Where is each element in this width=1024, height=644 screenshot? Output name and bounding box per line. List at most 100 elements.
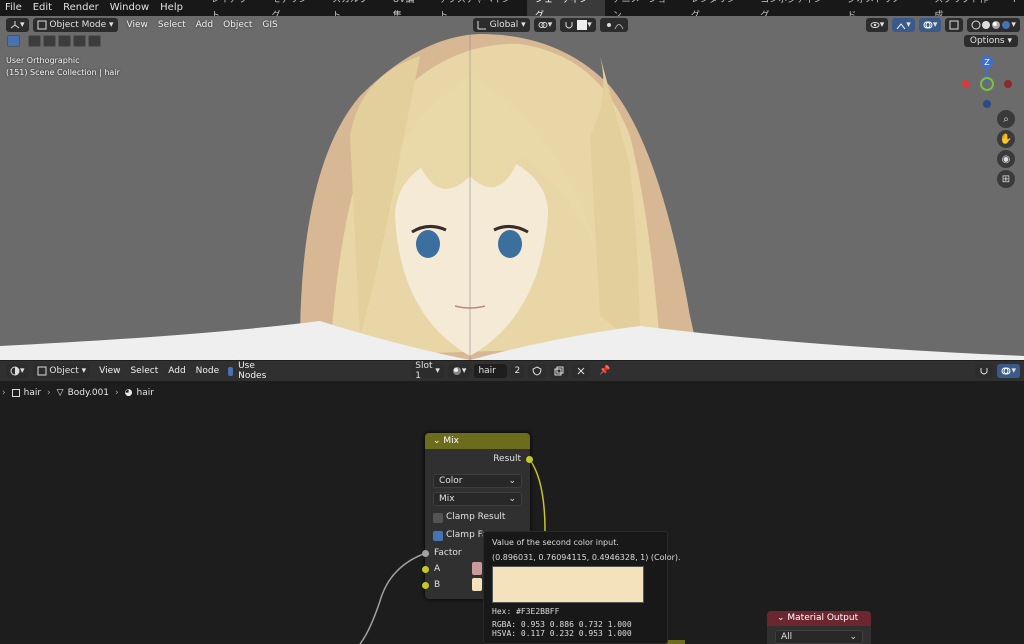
result-output-label: Result (493, 454, 521, 464)
menu-window[interactable]: Window (105, 0, 155, 16)
x-axis-handle[interactable] (962, 80, 970, 88)
grid-toggle-icon[interactable]: ⊞ (997, 170, 1015, 188)
solid-shading-icon[interactable] (981, 20, 991, 30)
shield-icon (532, 366, 542, 376)
unlink-material-button[interactable] (572, 364, 591, 378)
camera-view-icon[interactable]: ◉ (997, 150, 1015, 168)
node-editor-header: ▾ Object ▾ View Select Add Node Use Node… (0, 361, 1024, 381)
xray-icon (949, 20, 959, 30)
viewport-menu-object[interactable]: Object (218, 20, 257, 30)
material-shading-icon[interactable] (991, 20, 1001, 30)
b-color-swatch[interactable] (472, 578, 482, 591)
view-name: User Orthographic (6, 56, 80, 65)
gizmo-toggle[interactable]: ▾ (892, 18, 915, 32)
a-color-swatch[interactable] (472, 562, 482, 575)
blend-mode-select[interactable]: Mix ⌄ (433, 492, 522, 506)
pivot-button[interactable]: ▾ (533, 18, 557, 32)
tooltip-color-swatch (492, 566, 644, 603)
wireframe-shading-icon[interactable] (971, 20, 981, 30)
subtract-selection-mode[interactable] (58, 35, 71, 47)
close-icon (577, 367, 585, 375)
menu-render[interactable]: Render (58, 0, 105, 16)
fake-user-button[interactable] (528, 364, 547, 378)
node-menu-node[interactable]: Node (191, 366, 225, 376)
proportional-icon (606, 23, 611, 27)
options-dropdown[interactable]: Options ▾ (963, 35, 1018, 47)
snap-node-button[interactable] (975, 364, 994, 378)
intersect-selection-mode[interactable] (88, 35, 101, 47)
transform-orientation-select[interactable]: Global ▾ (472, 18, 530, 32)
zoom-icon[interactable]: ⌕ (997, 110, 1015, 128)
proportional-edit-button[interactable] (599, 18, 628, 32)
mix-node-header[interactable]: ⌄ Mix (425, 433, 530, 449)
slot-select[interactable]: Slot 1 ▾ (411, 361, 444, 381)
select-box-tool[interactable] (7, 35, 20, 47)
gizmo-icon (896, 23, 906, 30)
new-selection-mode[interactable] (28, 35, 41, 47)
3d-viewport[interactable]: ▾ Object Mode ▾ View Select Add Object G… (0, 16, 1024, 360)
factor-input-label: Factor (434, 548, 462, 558)
options-label: Options (969, 36, 1005, 46)
b-input-label: B (434, 580, 441, 590)
b-input-socket[interactable] (422, 582, 429, 589)
neg-z-axis-handle[interactable] (983, 100, 991, 108)
overlay-toggle[interactable]: ▾ (918, 18, 942, 32)
mode-select[interactable]: Object Mode ▾ (32, 18, 118, 32)
visibility-button[interactable]: ▾ (865, 18, 889, 32)
editor-type-button[interactable]: ▾ (6, 18, 29, 32)
shading-modes: ▾ (967, 18, 1020, 32)
menu-file[interactable]: File (0, 0, 28, 16)
viewport-info-overlay: User Orthographic (151) Scene Collection… (6, 55, 120, 79)
material-name-field[interactable]: hair (474, 364, 507, 378)
node-editor-type-button[interactable]: ▾ (6, 364, 29, 378)
object-mode-icon (37, 20, 47, 30)
result-output-socket[interactable] (526, 456, 533, 463)
link-icon (538, 22, 548, 28)
output-target-select[interactable]: All ⌄ (775, 630, 863, 644)
viewport-menu-add[interactable]: Add (191, 20, 218, 30)
color-tooltip: Value of the second color input. (0.8960… (483, 531, 681, 644)
object-icon (37, 366, 47, 376)
data-type-select[interactable]: Color ⌄ (433, 474, 522, 488)
viewport-menu-gis[interactable]: GIS (257, 20, 282, 30)
clamp-factor-checkbox[interactable] (433, 531, 443, 541)
pin-icon[interactable]: 📌 (594, 366, 615, 376)
extend-selection-mode[interactable] (43, 35, 56, 47)
menu-help[interactable]: Help (155, 0, 189, 16)
node-menu-add[interactable]: Add (163, 366, 190, 376)
factor-link (359, 552, 427, 644)
neg-x-axis-handle[interactable] (1004, 80, 1012, 88)
snap-button[interactable]: ▾ (560, 18, 596, 32)
shader-type-select[interactable]: Object ▾ (32, 364, 91, 378)
menu-edit[interactable]: Edit (28, 0, 58, 16)
xray-toggle[interactable] (945, 18, 964, 32)
invert-selection-mode[interactable] (73, 35, 86, 47)
material-output-title: Material Output (787, 613, 859, 623)
a-input-socket[interactable] (422, 566, 429, 573)
factor-input-socket[interactable] (422, 550, 429, 557)
material-browse-button[interactable]: ▾ (447, 364, 471, 378)
material-sphere-icon (452, 367, 461, 375)
viewport-menu-view[interactable]: View (122, 20, 153, 30)
tooltip-hex: Hex: #F3E2BBFF (492, 607, 560, 616)
clamp-result-checkbox[interactable] (433, 513, 443, 523)
mode-label: Object Mode (49, 20, 107, 30)
material-output-node[interactable]: ⌄ Material Output All ⌄ (767, 611, 871, 644)
node-overlay-toggle[interactable]: ▾ (997, 364, 1020, 378)
rendered-shading-icon[interactable] (1001, 20, 1011, 30)
mix-node-title: Mix (443, 436, 459, 446)
blend-mode-label: Mix (439, 494, 455, 504)
orientation-label: Global (489, 20, 519, 30)
node-snap-icon (980, 368, 988, 375)
slot-label: Slot 1 (415, 361, 433, 381)
tooltip-value: (0.896031, 0.76094115, 0.4946328, 1) (Co… (492, 553, 681, 562)
a-input-label: A (434, 564, 441, 574)
node-menu-view[interactable]: View (94, 366, 125, 376)
node-menu-select[interactable]: Select (125, 366, 163, 376)
user-count-badge[interactable]: 2 (510, 364, 525, 378)
chevron-down-icon: ⌄ (508, 476, 516, 486)
duplicate-material-button[interactable] (550, 364, 569, 378)
material-output-header[interactable]: ⌄ Material Output (767, 611, 871, 626)
pan-hand-icon[interactable]: ✋ (997, 130, 1015, 148)
viewport-menu-select[interactable]: Select (153, 20, 191, 30)
